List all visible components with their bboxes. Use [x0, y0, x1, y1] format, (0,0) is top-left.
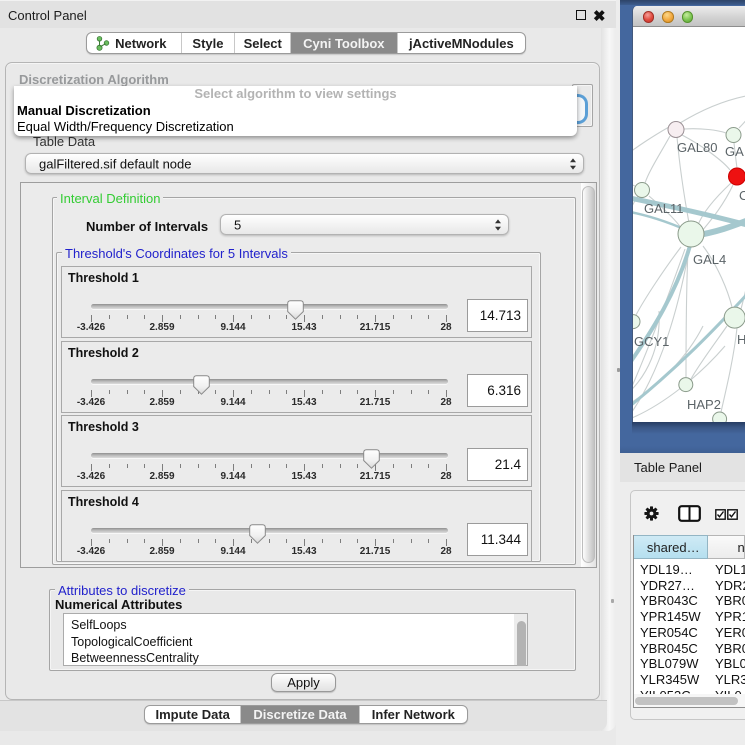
- svg-text:HAP2: HAP2: [687, 397, 721, 412]
- svg-text:C: C: [739, 188, 745, 203]
- svg-text:GCY1: GCY1: [634, 334, 669, 349]
- svg-text:GAL80: GAL80: [677, 140, 717, 155]
- svg-text:GA: GA: [725, 144, 744, 159]
- svg-text:GAL4: GAL4: [693, 252, 726, 267]
- svg-text:H: H: [737, 332, 745, 347]
- svg-text:GAL11: GAL11: [644, 201, 684, 216]
